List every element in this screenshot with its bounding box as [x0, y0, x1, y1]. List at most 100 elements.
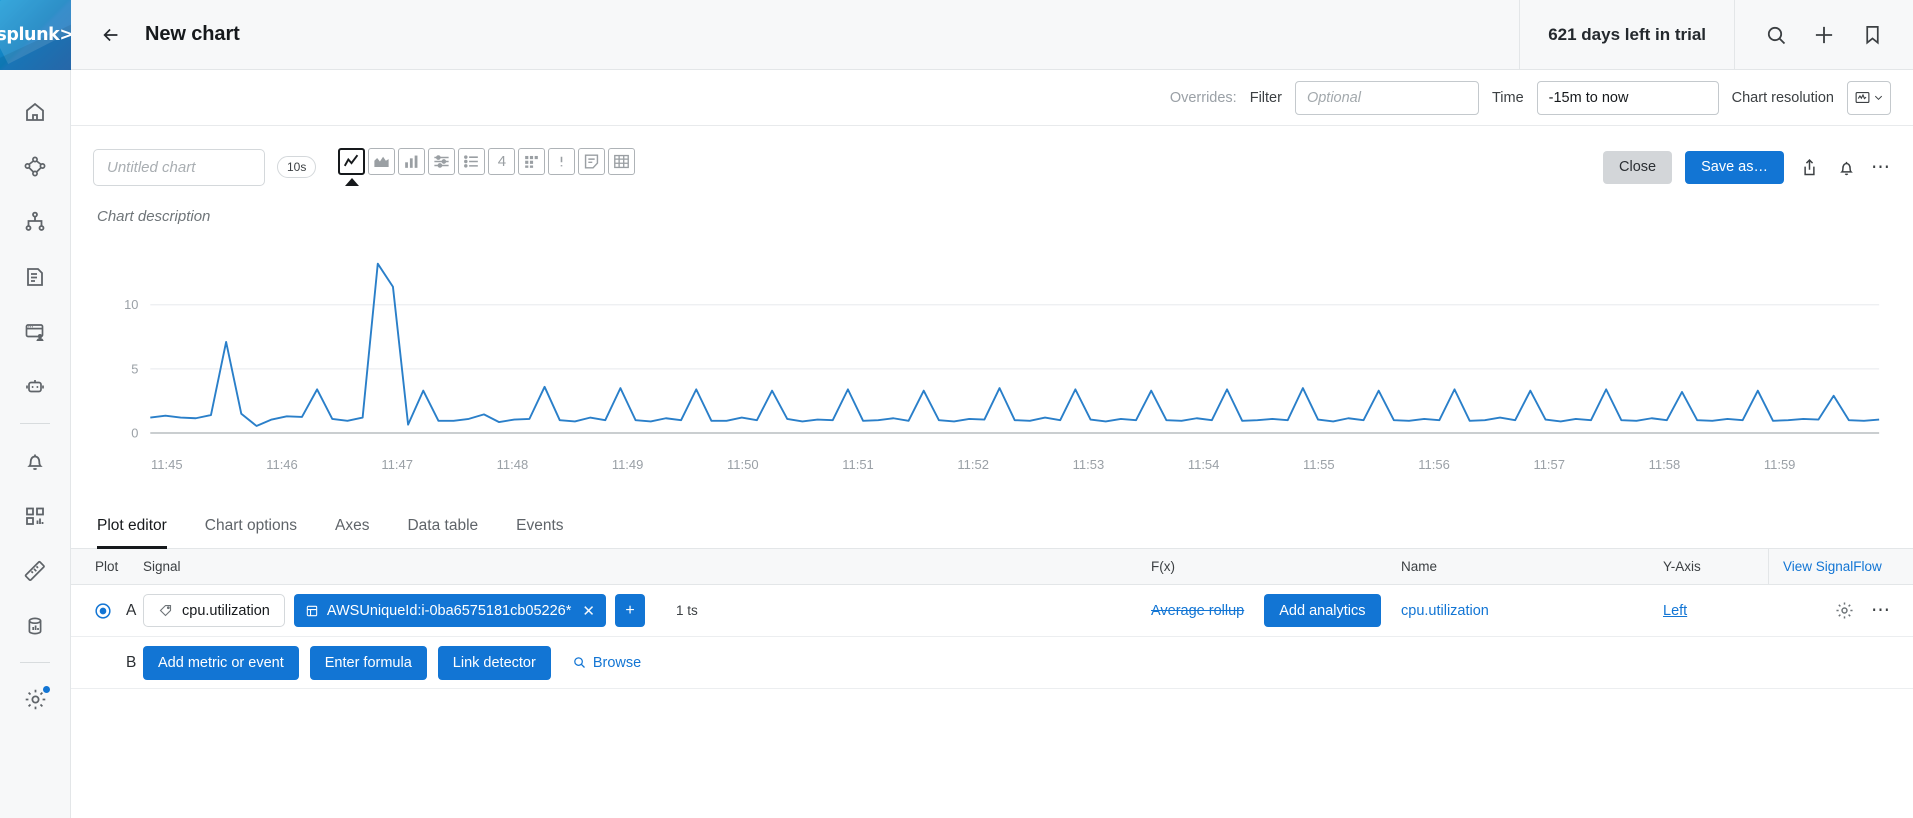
chart-type-event-feed[interactable]	[548, 148, 576, 175]
x-tick-label: 11:48	[496, 457, 529, 472]
back-button[interactable]	[97, 21, 125, 49]
share-icon[interactable]	[1797, 155, 1821, 179]
sidebar-item-apm[interactable]	[13, 145, 57, 189]
metric-chip[interactable]: cpu.utilization	[143, 594, 285, 627]
alert-icon	[561, 156, 563, 167]
row-overflow-icon[interactable]: ⋯	[1871, 601, 1891, 620]
metric-name: cpu.utilization	[182, 602, 270, 619]
filter-chip[interactable]: AWSUniqueId:i-0ba6575181cb05226* ✕	[293, 594, 606, 627]
row-actions-a: ⋯	[1768, 600, 1913, 621]
add-filter-button[interactable]: +	[614, 594, 645, 627]
yaxis-link[interactable]: Left	[1663, 603, 1687, 619]
chart-type-heatmap-chart[interactable]	[518, 148, 546, 175]
time-range-input[interactable]	[1536, 80, 1719, 115]
timeseries-count: 1 ts	[675, 603, 698, 618]
home-icon	[23, 100, 47, 124]
x-tick-label: 11:58	[1648, 457, 1681, 472]
arrow-left-icon	[103, 28, 118, 41]
plot-letter-a: A	[126, 601, 137, 619]
chart-type-line-chart[interactable]	[338, 148, 366, 175]
row-signal-cell-a: cpu.utilization AWSUniqueId:i-0ba6575181…	[143, 594, 1151, 627]
chart-actions: Close Save as… ⋯	[1603, 150, 1891, 184]
x-tick-label: 11:47	[381, 457, 413, 472]
bookmark-icon[interactable]	[1859, 22, 1885, 48]
splunk-logo[interactable]: splunk>	[0, 0, 71, 70]
resolution-badge: 10s	[277, 156, 317, 178]
x-tick-label: 11:55	[1303, 457, 1335, 472]
close-button[interactable]: Close	[1603, 150, 1673, 184]
line-chart-icon	[344, 154, 359, 167]
x-tick-label: 11:45	[151, 457, 183, 472]
search-icon[interactable]	[1763, 22, 1789, 48]
sidebar-divider-1	[20, 423, 50, 424]
browser-user-icon	[23, 320, 47, 344]
view-signalflow-link[interactable]: View SignalFlow	[1768, 548, 1913, 585]
chart-type-single-value-chart[interactable]: 4	[488, 148, 516, 175]
tab-events[interactable]: Events	[516, 517, 563, 549]
database-icon	[23, 614, 47, 638]
rollup-link[interactable]: Average rollup	[1151, 603, 1244, 619]
chart-type-active-indicator	[344, 178, 359, 186]
row-yaxis-cell-a: Left	[1663, 603, 1768, 619]
remove-filter-icon[interactable]: ✕	[582, 602, 595, 620]
add-analytics-button[interactable]: Add analytics	[1264, 594, 1381, 627]
browse-label: Browse	[592, 654, 642, 671]
link-detector-button[interactable]: Link detector	[437, 645, 551, 680]
tab-data-table[interactable]: Data table	[407, 517, 478, 549]
column-header-signal: Signal	[143, 559, 181, 574]
editor-tabs: Plot editor Chart options Axes Data table Ev…	[71, 499, 1913, 549]
y-tick-label: 5	[131, 361, 138, 376]
plot-name-link[interactable]: cpu.utilization	[1401, 603, 1663, 619]
sidebar-item-infrastructure[interactable]	[13, 200, 57, 244]
chart-description: Chart description	[97, 208, 211, 225]
sidebar-item-alerts[interactable]	[13, 439, 57, 483]
y-tick-label: 0	[131, 425, 138, 440]
tab-plot-editor[interactable]: Plot editor	[97, 517, 167, 549]
chart-resolution-select[interactable]	[1847, 80, 1891, 115]
x-tick-label: 11:51	[842, 457, 874, 472]
page-title: New chart	[145, 23, 240, 45]
overflow-icon[interactable]: ⋯	[1871, 158, 1891, 177]
tab-axes[interactable]: Axes	[335, 517, 369, 549]
chart-type-line-wrap	[338, 148, 366, 186]
chart-plot-area[interactable]: 0 5 10 11:45 11:46 11:47 11:48 11:49 11:50 11:51…	[93, 239, 1891, 499]
row-signal-cell-b: Add metric or event Enter formula Link d…	[143, 645, 1913, 680]
sidebar-item-settings[interactable]	[13, 678, 57, 722]
row-plot-cell-a: A	[71, 601, 143, 621]
chart-type-column-chart[interactable]	[398, 148, 426, 175]
overrides-bar: Overrides: Filter Time Chart resolution	[71, 70, 1913, 126]
sidebar-item-rum[interactable]	[13, 310, 57, 354]
note-icon	[585, 154, 599, 169]
add-metric-or-event-button[interactable]: Add metric or event	[143, 645, 299, 680]
plot-settings-gear-icon[interactable]	[1834, 600, 1855, 621]
y-tick-label: 10	[124, 297, 138, 312]
chart-type-area-chart[interactable]	[368, 148, 396, 175]
trial-status: 621 days left in trial	[1519, 0, 1735, 69]
chart-title-input[interactable]	[93, 148, 265, 186]
chart-type-list-chart[interactable]	[458, 148, 486, 175]
plus-icon[interactable]	[1811, 22, 1837, 48]
sidebar-item-synthetics[interactable]	[13, 365, 57, 409]
app-root: splunk> New chart 621 days left in trial…	[0, 0, 1913, 818]
chart-type-text-note[interactable]	[578, 148, 606, 175]
dashboard-grid-icon	[23, 504, 47, 528]
browse-link[interactable]: Browse	[572, 655, 641, 671]
save-as-button[interactable]: Save as…	[1685, 150, 1784, 184]
sidebar-item-metrics[interactable]	[13, 549, 57, 593]
sidebar-item-data-management[interactable]	[13, 604, 57, 648]
tab-chart-options[interactable]: Chart options	[205, 517, 297, 549]
chart-type-table-chart[interactable]	[608, 148, 636, 175]
chart-type-histogram-chart[interactable]	[428, 148, 456, 175]
bell-icon[interactable]	[1834, 155, 1858, 179]
chart-x-axis-labels: 11:45 11:46 11:47 11:48 11:49 11:50 11:51 11:52…	[151, 457, 1879, 472]
filter-input[interactable]	[1294, 80, 1479, 115]
robot-icon	[23, 375, 47, 399]
visibility-eye-icon[interactable]	[93, 601, 113, 621]
table-row: A cpu.utilization AWSUniqueId:i-0ba65751…	[71, 585, 1913, 637]
enter-formula-button[interactable]: Enter formula	[309, 645, 427, 680]
row-fx-cell-a: Average rollup Add analytics	[1151, 594, 1401, 627]
row-plot-cell-b: B	[71, 653, 143, 673]
sidebar-item-log-observer[interactable]	[13, 255, 57, 299]
sidebar-item-home[interactable]	[13, 90, 57, 134]
sidebar-item-dashboards[interactable]	[13, 494, 57, 538]
